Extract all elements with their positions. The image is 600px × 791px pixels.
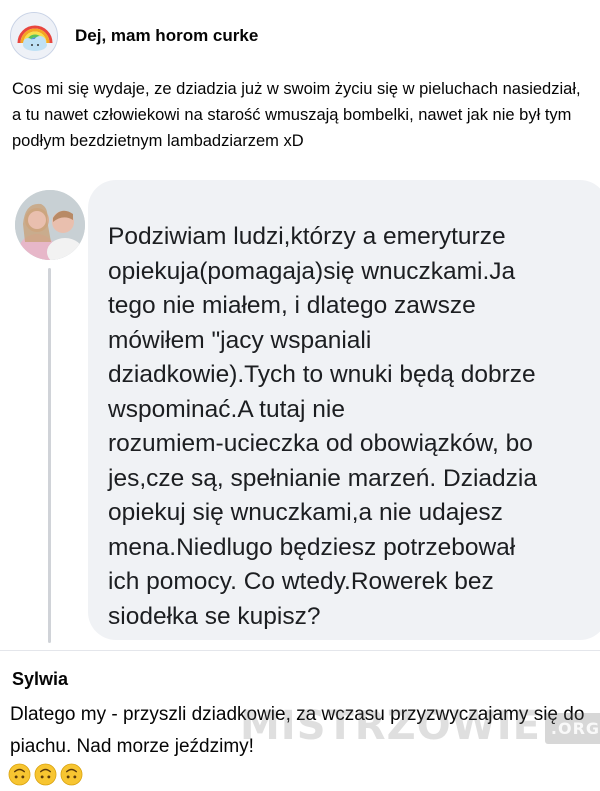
post-text: Cos mi się wydaje, ze dziadzia już w swo… <box>12 80 581 150</box>
watermark-text: MISTRZOWIE <box>240 703 541 749</box>
reply-comment: Sylwia Dlatego my - przyszli dziadkowie,… <box>0 650 600 791</box>
thread-line <box>48 268 51 643</box>
blurred-profile-photo[interactable] <box>15 190 85 260</box>
watermark-tag: .ORG <box>544 712 600 744</box>
group-post: Dej, mam horom curke Cos mi się wydaje, … <box>0 0 600 169</box>
emoji-row <box>8 763 83 789</box>
upside-down-face-emoji <box>60 763 83 786</box>
upside-down-face-emoji <box>8 763 31 786</box>
comment-text: Podziwiam ludzi,którzy a emeryturze opie… <box>108 223 537 630</box>
rainbow-cloud-icon[interactable] <box>10 12 58 60</box>
upside-down-face-emoji <box>34 763 57 786</box>
reply-author[interactable]: Sylwia <box>12 669 68 690</box>
screenshot-comment: Podziwiam ludzi,którzy a emeryturze opie… <box>0 168 600 650</box>
watermark: MISTRZOWIE .ORG <box>240 703 600 749</box>
group-name[interactable]: Dej, mam horom curke <box>75 26 258 46</box>
